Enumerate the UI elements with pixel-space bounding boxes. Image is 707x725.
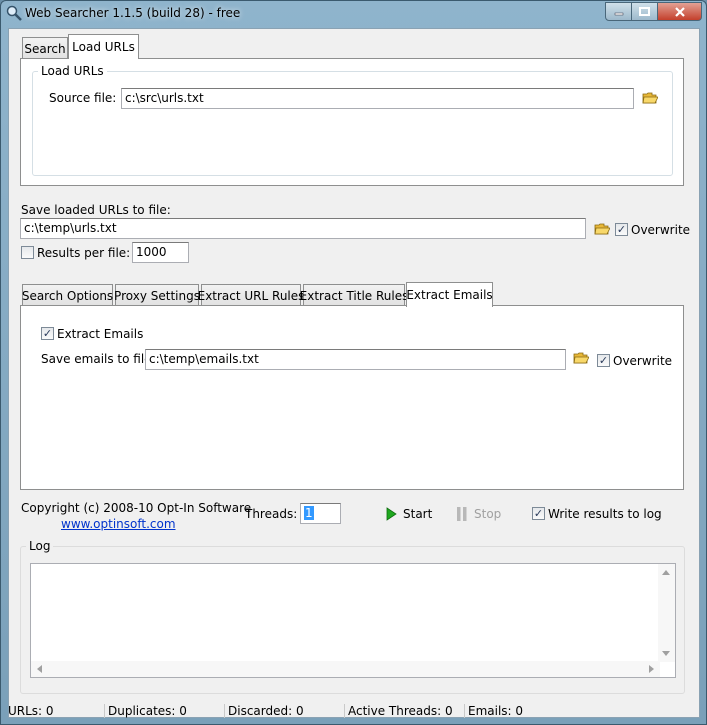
results-per-file-input[interactable]: 1000 bbox=[132, 242, 189, 263]
results-per-file-label: Results per file: bbox=[37, 246, 131, 260]
stop-label: Stop bbox=[474, 507, 502, 521]
threads-input[interactable]: 1 bbox=[300, 503, 341, 524]
status-active-threads: Active Threads: 0 bbox=[344, 704, 453, 718]
scroll-right-icon[interactable] bbox=[649, 665, 654, 673]
log-horizontal-scrollbar[interactable] bbox=[31, 661, 660, 677]
window-controls bbox=[605, 2, 702, 21]
close-button[interactable] bbox=[658, 2, 702, 21]
status-bar: URLs: 0 Duplicates: 0 Discarded: 0 Activ… bbox=[8, 704, 699, 718]
tab-search-options[interactable]: Search Options bbox=[22, 284, 113, 306]
tab-extract-emails[interactable]: Extract Emails bbox=[406, 282, 493, 307]
status-emails: Emails: 0 bbox=[464, 704, 523, 718]
threads-label: Threads: bbox=[245, 507, 298, 521]
status-urls: URLs: 0 bbox=[8, 704, 54, 718]
tab-search[interactable]: Search bbox=[22, 37, 68, 59]
tab-extract-title-rules[interactable]: Extract Title Rules bbox=[300, 284, 408, 306]
tab-extract-url-rules[interactable]: Extract URL Rules bbox=[198, 284, 304, 306]
maximize-icon bbox=[639, 7, 650, 16]
log-legend: Log bbox=[26, 539, 54, 553]
magnifier-icon bbox=[6, 5, 22, 21]
load-urls-panel: Load URLs Source file: c:\src\urls.txt bbox=[20, 58, 684, 186]
load-urls-legend: Load URLs bbox=[38, 64, 107, 78]
maximize-button[interactable] bbox=[632, 2, 658, 21]
app-window: Web Searcher 1.1.5 (build 28) - free Sea… bbox=[0, 0, 707, 725]
overwrite-urls-checkbox[interactable]: ✓ bbox=[615, 223, 628, 236]
extract-emails-label: Extract Emails bbox=[57, 327, 144, 341]
minimize-button[interactable] bbox=[605, 2, 632, 21]
log-textarea[interactable] bbox=[30, 563, 676, 678]
tab-proxy-settings[interactable]: Proxy Settings bbox=[114, 284, 200, 306]
start-label: Start bbox=[403, 507, 433, 521]
client-area: Search Load URLs Load URLs Source file: … bbox=[8, 28, 700, 718]
scroll-down-icon[interactable] bbox=[662, 651, 670, 656]
log-vertical-scrollbar[interactable] bbox=[658, 564, 675, 662]
threads-value: 1 bbox=[304, 506, 314, 520]
title-bar[interactable]: Web Searcher 1.1.5 (build 28) - free bbox=[1, 1, 706, 27]
overwrite-emails-label: Overwrite bbox=[613, 354, 673, 368]
stop-button[interactable]: Stop bbox=[456, 505, 501, 523]
close-icon bbox=[674, 6, 685, 17]
extract-emails-panel: ✓ Extract Emails Save emails to file: c:… bbox=[20, 305, 684, 490]
tab-load-urls[interactable]: Load URLs bbox=[68, 34, 139, 59]
save-emails-input[interactable]: c:\temp\emails.txt bbox=[145, 349, 566, 370]
folder-open-icon[interactable] bbox=[573, 351, 589, 365]
save-emails-label: Save emails to file: bbox=[41, 352, 156, 366]
scroll-left-icon[interactable] bbox=[37, 665, 42, 673]
overwrite-emails-checkbox[interactable]: ✓ bbox=[597, 354, 610, 367]
status-duplicates: Duplicates: 0 bbox=[104, 704, 187, 718]
save-urls-input[interactable]: c:\temp\urls.txt bbox=[20, 218, 586, 239]
website-link[interactable]: www.optinsoft.com bbox=[61, 517, 176, 531]
write-log-checkbox[interactable]: ✓ bbox=[532, 507, 545, 520]
source-file-input[interactable]: c:\src\urls.txt bbox=[121, 88, 634, 109]
folder-open-icon[interactable] bbox=[642, 91, 658, 105]
overwrite-urls-label: Overwrite bbox=[631, 223, 691, 237]
status-discarded: Discarded: 0 bbox=[224, 704, 304, 718]
copyright-text: Copyright (c) 2008-10 Opt-In Software bbox=[21, 501, 252, 515]
start-button[interactable]: Start bbox=[385, 505, 432, 523]
pause-icon bbox=[457, 507, 467, 521]
extract-emails-checkbox[interactable]: ✓ bbox=[41, 327, 54, 340]
scroll-up-icon[interactable] bbox=[662, 570, 670, 575]
play-icon bbox=[386, 507, 397, 521]
results-per-file-checkbox[interactable] bbox=[21, 246, 34, 259]
window-title: Web Searcher 1.1.5 (build 28) - free bbox=[25, 6, 241, 20]
folder-open-icon[interactable] bbox=[594, 222, 610, 236]
write-log-label: Write results to log bbox=[548, 507, 662, 521]
source-file-label: Source file: bbox=[49, 91, 117, 105]
load-urls-group bbox=[32, 71, 673, 176]
minimize-icon bbox=[614, 12, 623, 15]
save-urls-label: Save loaded URLs to file: bbox=[21, 203, 171, 217]
